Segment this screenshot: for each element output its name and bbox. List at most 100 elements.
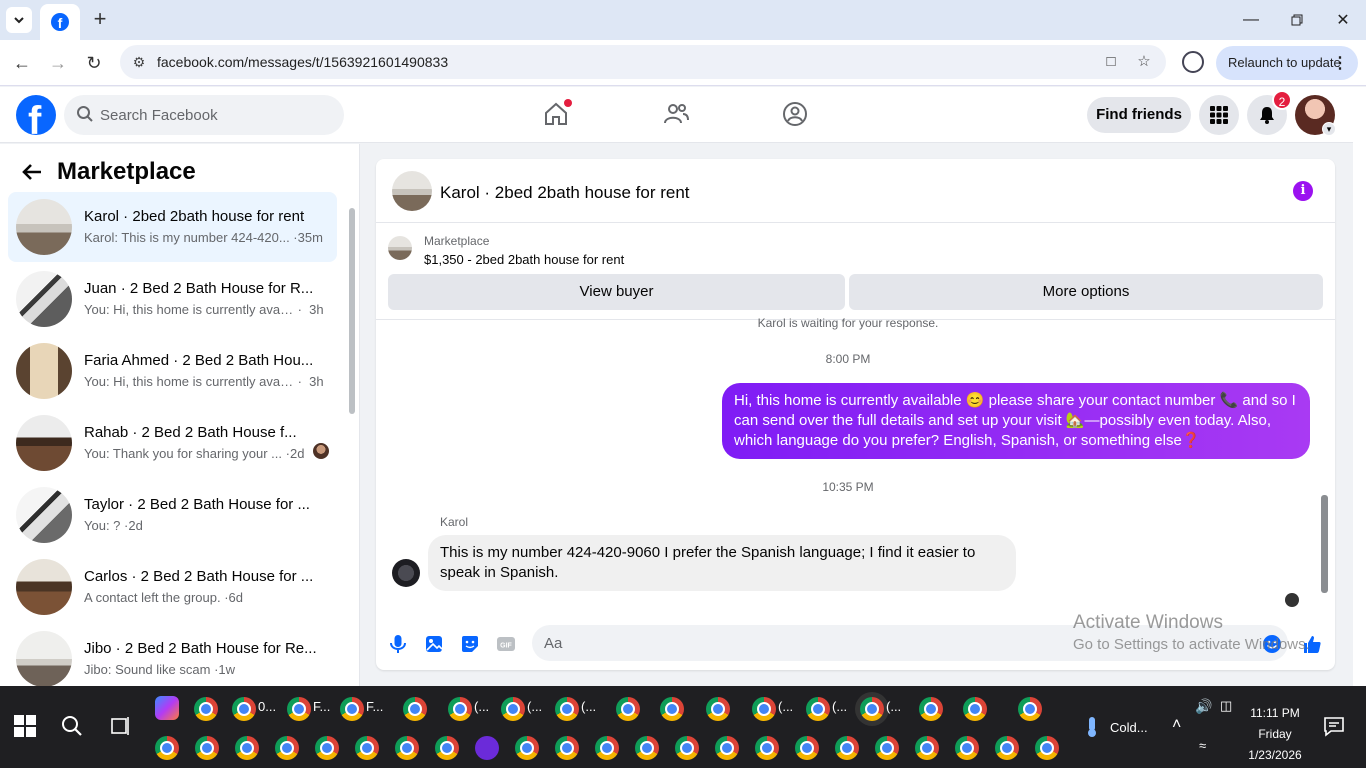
chrome-window-icon[interactable] bbox=[963, 697, 987, 721]
page-scrollbar[interactable] bbox=[1353, 87, 1366, 686]
chrome-window-icon[interactable] bbox=[675, 736, 699, 760]
search-taskbar-icon[interactable] bbox=[60, 714, 84, 738]
facebook-search[interactable] bbox=[64, 95, 344, 135]
chrome-window-icon[interactable] bbox=[555, 736, 579, 760]
chrome-window-icon[interactable] bbox=[501, 697, 525, 721]
conversation-item[interactable]: Juan · 2 Bed 2 Bath House for R... You: … bbox=[8, 264, 337, 334]
app-mask-icon[interactable] bbox=[475, 736, 499, 760]
conversation-item[interactable]: Carlos · 2 Bed 2 Bath House for ... A co… bbox=[8, 552, 337, 622]
friends-icon[interactable] bbox=[662, 100, 690, 128]
chrome-window-icon[interactable] bbox=[515, 736, 539, 760]
chat-title[interactable]: Karol · 2bed 2bath house for rent bbox=[440, 183, 690, 203]
wifi-icon[interactable]: ≈ bbox=[1199, 738, 1206, 753]
chrome-window-icon-active[interactable] bbox=[860, 697, 884, 721]
chrome-window-icon[interactable] bbox=[194, 697, 218, 721]
conversation-item[interactable]: Karol · 2bed 2bath house for rent Karol:… bbox=[8, 192, 337, 262]
clock-time[interactable]: 11:11 PM bbox=[1240, 706, 1310, 720]
chrome-window-icon[interactable] bbox=[915, 736, 939, 760]
back-button[interactable]: ← bbox=[9, 50, 35, 76]
gif-icon[interactable]: GIF bbox=[495, 633, 517, 655]
chrome-window-icon[interactable] bbox=[919, 697, 943, 721]
chrome-window-icon[interactable] bbox=[435, 736, 459, 760]
conversation-item[interactable]: Faria Ahmed · 2 Bed 2 Bath Hou... You: H… bbox=[8, 336, 337, 406]
chrome-window-icon[interactable] bbox=[275, 736, 299, 760]
view-buyer-button[interactable]: View buyer bbox=[388, 274, 845, 310]
sticker-icon[interactable] bbox=[459, 633, 481, 655]
search-input[interactable] bbox=[100, 95, 330, 135]
chrome-window-icon[interactable] bbox=[195, 736, 219, 760]
chrome-window-icon[interactable] bbox=[232, 697, 256, 721]
chat-scrollbar[interactable] bbox=[1317, 321, 1331, 611]
groups-icon[interactable] bbox=[781, 100, 809, 128]
battery-icon[interactable]: ◫ bbox=[1220, 698, 1232, 714]
relaunch-to-update-button[interactable]: Relaunch to update ⋮ bbox=[1216, 46, 1358, 80]
sidebar-scrollbar[interactable] bbox=[347, 194, 357, 682]
chrome-window-icon[interactable] bbox=[995, 736, 1019, 760]
chrome-window-icon[interactable] bbox=[715, 736, 739, 760]
chrome-window-icon[interactable] bbox=[635, 736, 659, 760]
new-tab-button[interactable]: + bbox=[88, 8, 112, 32]
tab-search-button[interactable] bbox=[6, 7, 32, 33]
chrome-window-icon[interactable] bbox=[235, 736, 259, 760]
chrome-window-icon[interactable] bbox=[287, 697, 311, 721]
chrome-window-icon[interactable] bbox=[1035, 736, 1059, 760]
chrome-window-icon[interactable] bbox=[555, 697, 579, 721]
chrome-window-icon[interactable] bbox=[403, 697, 427, 721]
clock-date[interactable]: 1/23/2026 bbox=[1240, 748, 1310, 762]
volume-icon[interactable]: 🔊 bbox=[1195, 698, 1212, 715]
conversation-item[interactable]: Rahab · 2 Bed 2 Bath House f... You: Tha… bbox=[8, 408, 337, 478]
clock-day[interactable]: Friday bbox=[1240, 727, 1310, 741]
conversation-item[interactable]: Taylor · 2 Bed 2 Bath House for ... You:… bbox=[8, 480, 337, 550]
show-hidden-icons-chevron-icon[interactable]: ˄ bbox=[1172, 716, 1181, 734]
outgoing-message[interactable]: Hi, this home is currently available 😊 p… bbox=[722, 383, 1310, 459]
windows-start-icon[interactable] bbox=[13, 714, 37, 738]
chrome-window-icon[interactable] bbox=[315, 736, 339, 760]
conversation-item[interactable]: Jibo · 2 Bed 2 Bath House for Re... Jibo… bbox=[8, 624, 337, 694]
chrome-window-icon[interactable] bbox=[155, 736, 179, 760]
chrome-window-icon[interactable] bbox=[355, 736, 379, 760]
find-friends-button[interactable]: Find friends bbox=[1087, 97, 1191, 133]
chrome-window-icon[interactable] bbox=[1018, 697, 1042, 721]
chrome-window-icon[interactable] bbox=[395, 736, 419, 760]
account-caret-icon[interactable]: ▾ bbox=[1322, 122, 1336, 136]
browser-menu-icon[interactable]: ⋮ bbox=[1332, 53, 1348, 73]
chrome-window-icon[interactable] bbox=[835, 736, 859, 760]
chrome-window-icon[interactable] bbox=[955, 736, 979, 760]
copilot-icon[interactable] bbox=[155, 696, 179, 720]
thermometer-icon[interactable] bbox=[1080, 715, 1104, 739]
chrome-window-icon[interactable] bbox=[806, 697, 830, 721]
chrome-window-icon[interactable] bbox=[595, 736, 619, 760]
install-app-icon[interactable]: □ bbox=[1101, 52, 1121, 72]
close-window-button[interactable]: ✕ bbox=[1328, 8, 1358, 32]
menu-button[interactable] bbox=[1199, 95, 1239, 135]
chat-listing-thumbnail[interactable] bbox=[392, 171, 432, 211]
chrome-window-icon[interactable] bbox=[795, 736, 819, 760]
browser-profile-icon[interactable] bbox=[1182, 51, 1204, 73]
sender-avatar[interactable] bbox=[392, 559, 420, 587]
notifications-center-icon[interactable] bbox=[1322, 714, 1346, 738]
incoming-message[interactable]: This is my number 424-420-9060 I prefer … bbox=[428, 535, 1016, 591]
info-icon[interactable]: i bbox=[1293, 181, 1313, 201]
reload-button[interactable]: ↻ bbox=[81, 50, 107, 76]
task-view-icon[interactable] bbox=[108, 714, 132, 738]
sidebar-scroll-thumb[interactable] bbox=[349, 208, 355, 414]
listing-title[interactable]: $1,350 - 2bed 2bath house for rent bbox=[424, 252, 624, 267]
chat-scroll-thumb[interactable] bbox=[1321, 495, 1328, 593]
chrome-window-icon[interactable] bbox=[875, 736, 899, 760]
back-arrow-icon[interactable] bbox=[20, 160, 44, 184]
chrome-window-icon[interactable] bbox=[755, 736, 779, 760]
microphone-icon[interactable] bbox=[387, 633, 409, 655]
photo-icon[interactable] bbox=[423, 633, 445, 655]
chrome-window-icon[interactable] bbox=[448, 697, 472, 721]
minimize-button[interactable]: — bbox=[1236, 8, 1266, 32]
chrome-window-icon[interactable] bbox=[706, 697, 730, 721]
restore-button[interactable] bbox=[1282, 8, 1312, 32]
forward-button[interactable]: → bbox=[45, 50, 71, 76]
browser-tab-facebook[interactable]: f bbox=[40, 4, 80, 40]
chrome-window-icon[interactable] bbox=[752, 697, 776, 721]
address-bar[interactable]: ⚙ facebook.com/messages/t/15639216014908… bbox=[120, 45, 1166, 79]
chrome-window-icon[interactable] bbox=[616, 697, 640, 721]
facebook-logo[interactable]: f bbox=[16, 95, 56, 135]
chrome-window-icon[interactable] bbox=[340, 697, 364, 721]
weather-text[interactable]: Cold... bbox=[1110, 720, 1148, 735]
